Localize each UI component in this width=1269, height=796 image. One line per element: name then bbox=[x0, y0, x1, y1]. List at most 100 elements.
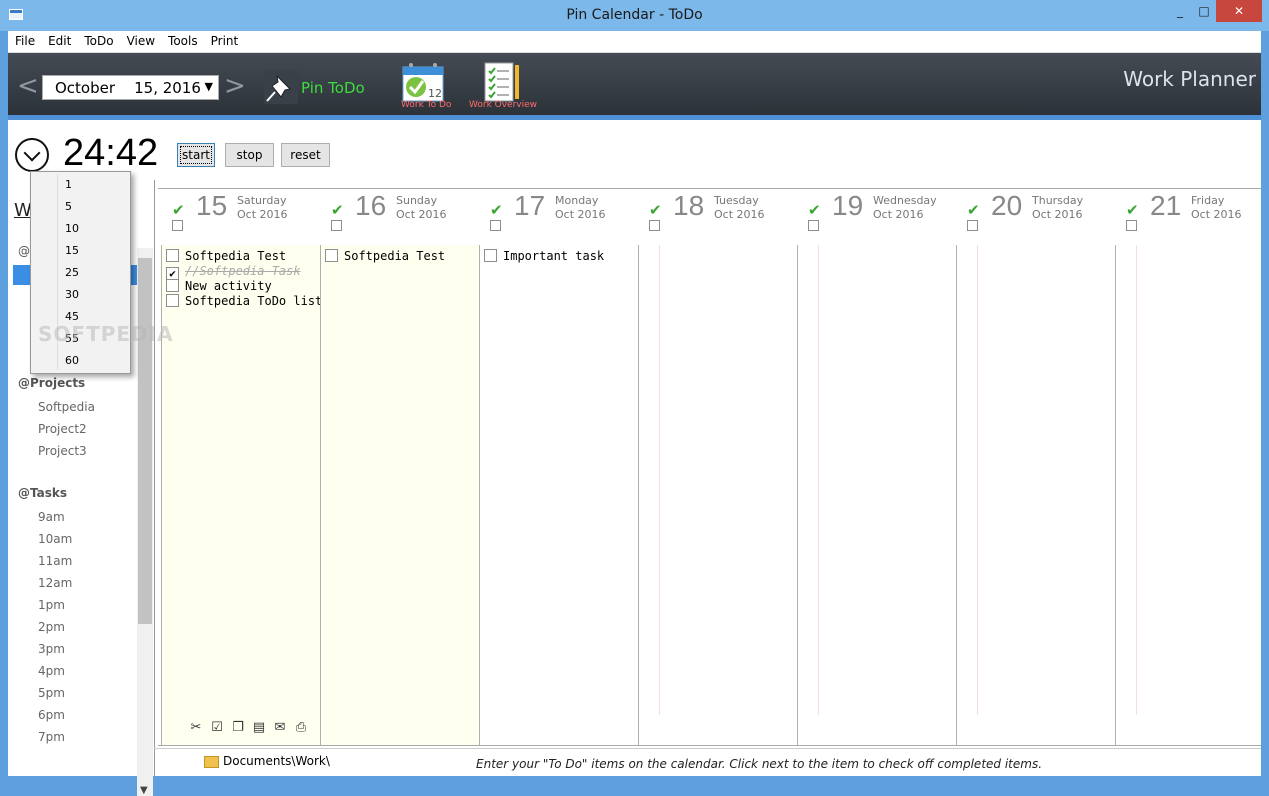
check-icon[interactable]: ✔ bbox=[649, 203, 663, 218]
menu-tools[interactable]: Tools bbox=[161, 31, 204, 48]
date-select[interactable]: October 15, 2016 ▼ bbox=[42, 75, 219, 100]
interval-option[interactable]: 60 bbox=[65, 354, 79, 367]
todo-item[interactable]: Softpedia Test bbox=[325, 249, 445, 263]
day-checkbox[interactable] bbox=[331, 220, 342, 231]
day-column[interactable] bbox=[1115, 245, 1261, 745]
sidebar-item-task[interactable]: 1pm bbox=[38, 598, 65, 612]
scrollbar-thumb[interactable] bbox=[138, 258, 152, 624]
interval-option[interactable]: 15 bbox=[65, 244, 79, 257]
sidebar-item-project[interactable]: Project3 bbox=[38, 444, 87, 458]
checklist-icon[interactable] bbox=[482, 61, 522, 105]
document-icon[interactable]: ▤ bbox=[251, 720, 267, 736]
mail-icon[interactable]: ✉ bbox=[272, 720, 288, 736]
todo-checkbox[interactable] bbox=[166, 279, 179, 292]
close-button[interactable]: ✕ bbox=[1216, 0, 1262, 22]
day-checkbox[interactable] bbox=[1126, 220, 1137, 231]
day-checkbox[interactable] bbox=[967, 220, 978, 231]
sidebar-item-task[interactable]: 6pm bbox=[38, 708, 65, 722]
todo-item[interactable]: ✔//Softpedia Task bbox=[166, 264, 301, 280]
sidebar-section-label: @ bbox=[18, 244, 30, 258]
sidebar-item-task[interactable]: 11am bbox=[38, 554, 72, 568]
sidebar-item-task[interactable]: 7pm bbox=[38, 730, 65, 744]
next-date-button[interactable]: > bbox=[224, 71, 246, 101]
interval-option[interactable]: 25 bbox=[65, 266, 79, 279]
todo-item[interactable]: New activity bbox=[166, 279, 272, 293]
folder-icon[interactable] bbox=[204, 756, 219, 768]
day-weekday: Monday bbox=[555, 194, 599, 207]
check-icon[interactable]: ✔ bbox=[490, 203, 504, 218]
calendar-check-icon[interactable]: 12 bbox=[399, 61, 447, 105]
timer-dropdown-icon[interactable] bbox=[15, 138, 49, 172]
work-overview-label[interactable]: Work Overview bbox=[469, 100, 537, 110]
day-checkbox[interactable] bbox=[172, 220, 183, 231]
sidebar-item-task[interactable]: 2pm bbox=[38, 620, 65, 634]
day-column[interactable]: Important task bbox=[479, 245, 638, 745]
check-edit-icon[interactable]: ☑ bbox=[209, 720, 225, 736]
todo-checkbox[interactable] bbox=[325, 249, 338, 262]
chevron-down-icon: ▼ bbox=[204, 80, 213, 93]
status-bar: Documents\Work\ Enter your "To Do" items… bbox=[154, 748, 1261, 776]
todo-item[interactable]: Softpedia Test bbox=[166, 249, 286, 263]
menu-file[interactable]: File bbox=[8, 31, 41, 48]
todo-checkbox[interactable] bbox=[484, 249, 497, 262]
column-tools: ✂ ☑ ❐ ▤ ✉ ⎙ bbox=[188, 720, 314, 738]
start-button[interactable]: start bbox=[177, 143, 215, 167]
work-todo-label[interactable]: Work To Do bbox=[401, 100, 451, 110]
todo-checkbox[interactable] bbox=[166, 249, 179, 262]
interval-option[interactable]: 1 bbox=[65, 178, 72, 191]
projects-heading: @Projects bbox=[18, 376, 86, 390]
sidebar-item-project[interactable]: Softpedia bbox=[38, 400, 95, 414]
tools-icon[interactable]: ✂ bbox=[188, 720, 204, 736]
interval-option[interactable]: 10 bbox=[65, 222, 79, 235]
prev-date-button[interactable]: < bbox=[17, 71, 39, 101]
menu-view[interactable]: View bbox=[120, 31, 161, 48]
day-checkbox[interactable] bbox=[490, 220, 501, 231]
minimize-button[interactable]: _ bbox=[1168, 0, 1192, 22]
day-checkbox[interactable] bbox=[808, 220, 819, 231]
check-icon[interactable]: ✔ bbox=[331, 203, 345, 218]
day-column[interactable]: Softpedia Test ✔//Softpedia Task New act… bbox=[161, 245, 322, 745]
day-weekday: Saturday bbox=[237, 194, 287, 207]
reset-button[interactable]: reset bbox=[281, 143, 330, 167]
day-number: 16 bbox=[355, 190, 387, 221]
day-column[interactable]: Softpedia Test bbox=[320, 245, 479, 745]
day-column[interactable] bbox=[956, 245, 1115, 745]
sidebar-item-project[interactable]: Project2 bbox=[38, 422, 87, 436]
date-value: October 15, 2016 bbox=[55, 79, 201, 97]
pin-todo-label[interactable]: Pin ToDo bbox=[301, 79, 365, 97]
day-weekday: Thursday bbox=[1032, 194, 1084, 207]
sidebar-item-task[interactable]: 3pm bbox=[38, 642, 65, 656]
day-column[interactable] bbox=[638, 245, 797, 745]
print-icon[interactable]: ⎙ bbox=[293, 720, 309, 736]
menu-edit[interactable]: Edit bbox=[41, 31, 77, 48]
sidebar-item-task[interactable]: 9am bbox=[38, 510, 65, 524]
day-checkbox[interactable] bbox=[649, 220, 660, 231]
day-header: ✔ 16 Sunday Oct 2016 bbox=[322, 188, 481, 243]
sidebar-item-task[interactable]: 5pm bbox=[38, 686, 65, 700]
day-month: Oct 2016 bbox=[555, 208, 606, 221]
check-icon[interactable]: ✔ bbox=[1126, 203, 1140, 218]
interval-option[interactable]: 30 bbox=[65, 288, 79, 301]
copy-icon[interactable]: ❐ bbox=[230, 720, 246, 736]
maximize-button[interactable]: □ bbox=[1192, 0, 1216, 22]
folder-path[interactable]: Documents\Work\ bbox=[223, 754, 330, 768]
day-column[interactable] bbox=[797, 245, 956, 745]
menu-todo[interactable]: ToDo bbox=[77, 31, 119, 48]
day-month: Oct 2016 bbox=[237, 208, 288, 221]
sidebar-item-task[interactable]: 10am bbox=[38, 532, 72, 546]
scroll-down-icon[interactable]: ▼ bbox=[140, 785, 148, 796]
day-number: 21 bbox=[1150, 190, 1182, 221]
sidebar-item-task[interactable]: 12am bbox=[38, 576, 72, 590]
interval-option[interactable]: 5 bbox=[65, 200, 72, 213]
menu-print[interactable]: Print bbox=[204, 31, 245, 48]
pin-icon[interactable] bbox=[264, 70, 298, 104]
day-month: Oct 2016 bbox=[1032, 208, 1083, 221]
sidebar-item-task[interactable]: 4pm bbox=[38, 664, 65, 678]
todo-item[interactable]: Softpedia ToDo list bbox=[166, 294, 322, 308]
todo-checkbox[interactable] bbox=[166, 294, 179, 307]
check-icon[interactable]: ✔ bbox=[172, 203, 186, 218]
check-icon[interactable]: ✔ bbox=[808, 203, 822, 218]
check-icon[interactable]: ✔ bbox=[967, 203, 981, 218]
todo-item[interactable]: Important task bbox=[484, 249, 604, 263]
stop-button[interactable]: stop bbox=[225, 143, 274, 167]
